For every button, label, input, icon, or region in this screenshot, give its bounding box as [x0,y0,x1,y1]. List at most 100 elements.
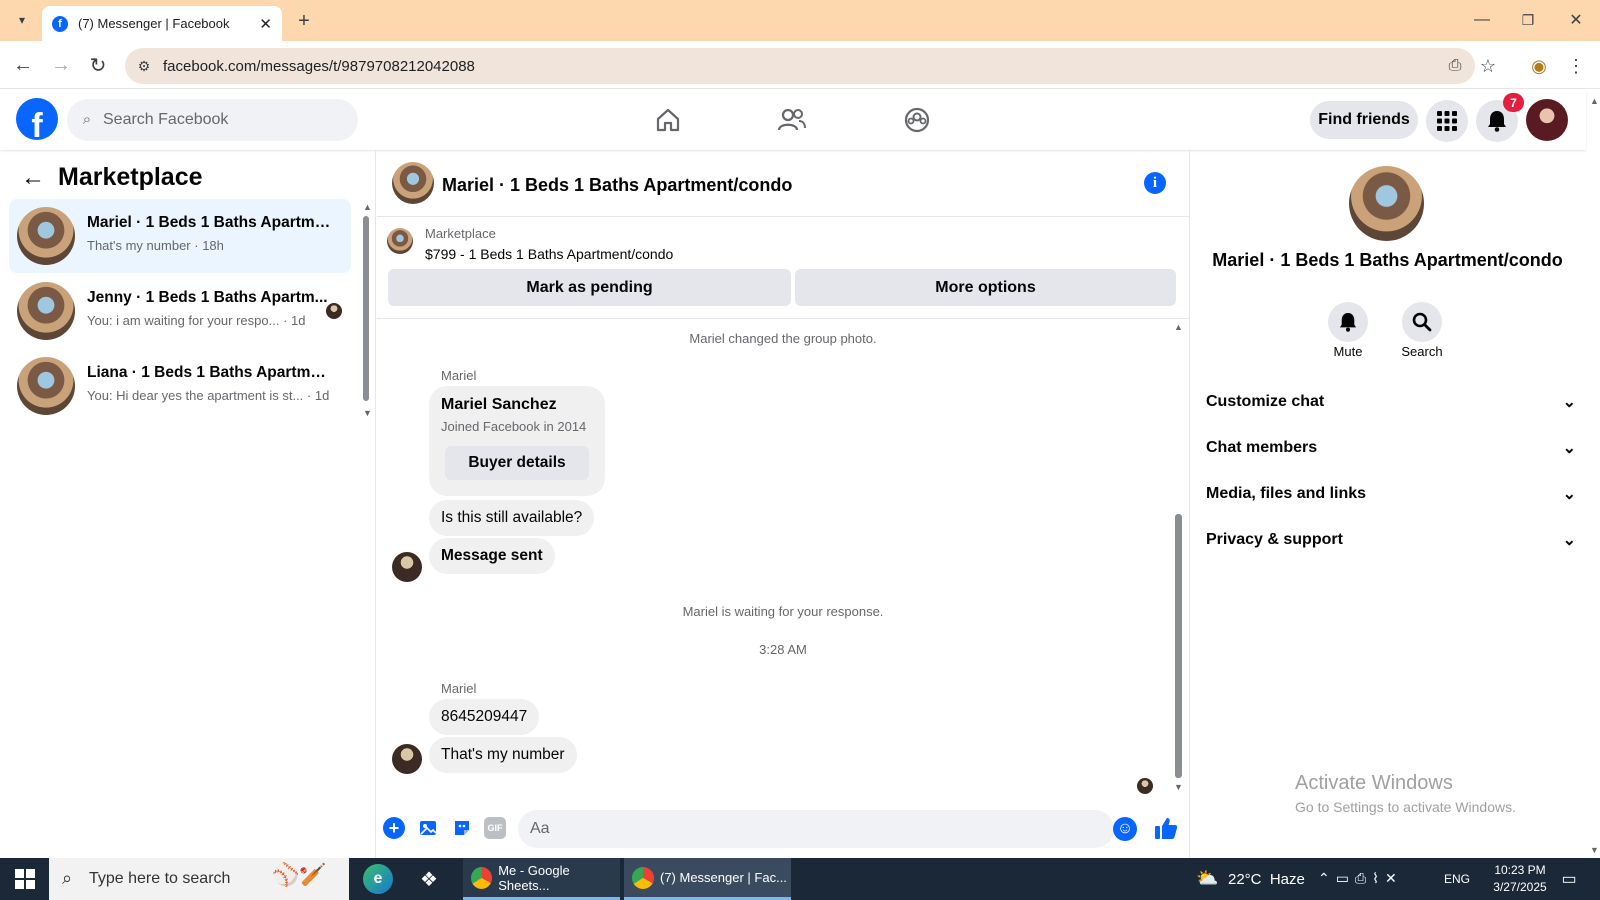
minimize-icon[interactable]: — [1470,8,1494,32]
conversation-item-jenny[interactable]: Jenny · 1 Beds 1 Baths Apartm... You: i … [9,274,351,348]
message-input-placeholder: Aa [530,820,550,837]
buyer-joined: Joined Facebook in 2014 [441,419,587,434]
system-message: Mariel is waiting for your response. [682,604,884,619]
section-label: Media, files and links [1206,485,1367,502]
weather-text[interactable]: 22°C Haze [1228,871,1305,888]
account-avatar[interactable] [1526,99,1568,141]
chevron-down-icon: ⌄ [1562,532,1576,549]
back-icon[interactable]: ← [10,52,36,78]
menu-grid-icon[interactable] [1426,100,1468,142]
page-scroll-up-icon[interactable]: ▲ [1590,96,1599,106]
search-in-conversation-button[interactable] [1402,302,1442,342]
tab-close-icon[interactable]: ✕ [259,15,272,33]
url-text: facebook.com/messages/t/9879708212042088 [163,57,475,75]
mute-button[interactable] [1328,302,1368,342]
sticker-icon[interactable] [451,817,473,839]
search-placeholder: Search Facebook [103,111,229,128]
chrome-menu-icon[interactable]: ⋮ [1566,53,1586,79]
conversation-item-mariel[interactable]: Mariel · 1 Beds 1 Baths Apartme... That'… [9,199,351,273]
taskbar-search-placeholder: Type here to search [89,870,231,887]
address-bar[interactable]: facebook.com/messages/t/9879708212042088 [125,48,1475,84]
back-arrow-icon[interactable]: ← [20,164,46,191]
edge-browser-icon[interactable]: e [363,864,393,894]
chat-title[interactable]: Mariel · 1 Beds 1 Baths Apartment/condo [442,175,792,196]
chat-scroll-down-icon[interactable]: ▼ [1174,782,1183,792]
chat-avatar[interactable] [392,162,434,204]
taskbar-search-icon: ⌕ [62,868,73,888]
restore-icon[interactable]: ❐ [1516,8,1540,32]
chat-scrollbar[interactable] [1175,514,1182,778]
listing-title[interactable]: $799 - 1 Beds 1 Baths Apartment/condo [425,246,673,262]
chrome-icon [471,866,493,889]
taskbar-google-sheets[interactable]: Me - Google Sheets... [463,858,620,900]
scroll-up-icon[interactable]: ▲ [363,202,372,212]
search-icon: ⌕ [82,110,92,128]
emoji-icon[interactable]: ☺ [1113,817,1137,841]
chevron-down-icon: ⌄ [1562,486,1576,503]
sender-avatar[interactable] [392,744,422,774]
notification-center-icon[interactable]: ▭ [1556,866,1582,892]
browser-tab[interactable]: f (7) Messenger | Facebook ✕ [42,6,282,41]
tab-search-chevron-icon[interactable]: ▾ [10,8,34,32]
chevron-down-icon: ⌄ [1562,394,1576,411]
info-icon[interactable]: i [1144,172,1166,194]
find-friends-button[interactable]: Find friends [1310,101,1418,139]
windows-start-icon[interactable] [12,866,38,892]
message-input[interactable]: Aa [518,810,1114,848]
mark-as-pending-button[interactable]: Mark as pending [388,269,791,306]
sender-name: Mariel [441,681,477,696]
more-options-button[interactable]: More options [795,269,1176,306]
plus-icon[interactable]: + [383,817,405,839]
reload-icon[interactable]: ↻ [85,52,111,78]
conversation-title: Mariel · 1 Beds 1 Baths Apartme... [87,214,332,231]
new-tab-icon[interactable]: + [292,9,316,33]
conversation-time: 1d [314,388,330,403]
bookmark-star-icon[interactable]: ☆ [1476,54,1500,78]
site-info-icon[interactable]: ⚙ [133,55,155,77]
install-app-icon[interactable]: ⎙ [1443,54,1467,78]
groups-nav-icon[interactable] [892,103,942,137]
buyer-details-button[interactable]: Buyer details [445,446,589,480]
section-label: Chat members [1206,439,1318,456]
input-language[interactable]: ENG [1444,872,1470,886]
like-thumbs-up-icon[interactable] [1152,814,1180,842]
conversation-avatar [17,282,75,340]
search-highlight-baseball-icon[interactable]: ⚾🏏 [272,862,342,896]
message-bubble[interactable]: Is this still available? [429,500,595,536]
friends-nav-icon[interactable] [767,103,817,137]
facebook-logo-icon[interactable]: f [16,98,58,140]
media-files-links-section[interactable]: Media, files and links ⌄ [1206,484,1576,504]
privacy-support-section[interactable]: Privacy & support ⌄ [1206,530,1576,550]
message-bubble[interactable]: Message sent [429,538,555,574]
listing-thumbnail[interactable] [387,228,413,254]
conversation-preview: You: i am waiting for your respo... [87,313,280,328]
taskbar-messenger[interactable]: (7) Messenger | Fac... [624,858,791,900]
details-avatar[interactable] [1349,166,1424,241]
scroll-down-icon[interactable]: ▼ [363,408,372,418]
conversation-avatar [17,357,75,415]
taskbar-clock[interactable]: 10:23 PM 3/27/2025 [1482,862,1558,896]
system-tray-icons[interactable]: ⌃▭⎙⌇✕ [1318,870,1403,887]
conversation-item-liana[interactable]: Liana · 1 Beds 1 Baths Apartment... You:… [9,349,351,423]
page-scroll-down-icon[interactable]: ▼ [1590,845,1599,855]
forward-icon[interactable]: → [48,52,74,78]
photo-icon[interactable] [417,817,439,839]
chat-scroll-up-icon[interactable]: ▲ [1174,322,1183,332]
customize-chat-section[interactable]: Customize chat ⌄ [1206,392,1576,412]
profile-icon[interactable]: ◉ [1526,53,1552,79]
system-message: Mariel changed the group photo. [689,331,877,346]
left-scrollbar[interactable] [363,216,369,401]
message-bubble[interactable]: 8645209447 [429,699,540,735]
chrome-icon [632,866,654,889]
message-bubble[interactable]: That's my number [429,737,577,773]
sender-avatar[interactable] [392,552,422,582]
home-nav-icon[interactable] [643,103,693,137]
facebook-search-input[interactable]: Search Facebook [67,99,358,141]
taskbar-app-icon[interactable]: ❖ [414,864,444,894]
weather-icon: ⛅ [1196,868,1219,888]
window-close-icon[interactable]: ✕ [1564,8,1588,32]
gif-icon[interactable]: GIF [484,817,506,839]
conversation-time: 1d [291,313,306,328]
read-receipt-avatar [1137,778,1153,794]
chat-members-section[interactable]: Chat members ⌄ [1206,438,1576,458]
